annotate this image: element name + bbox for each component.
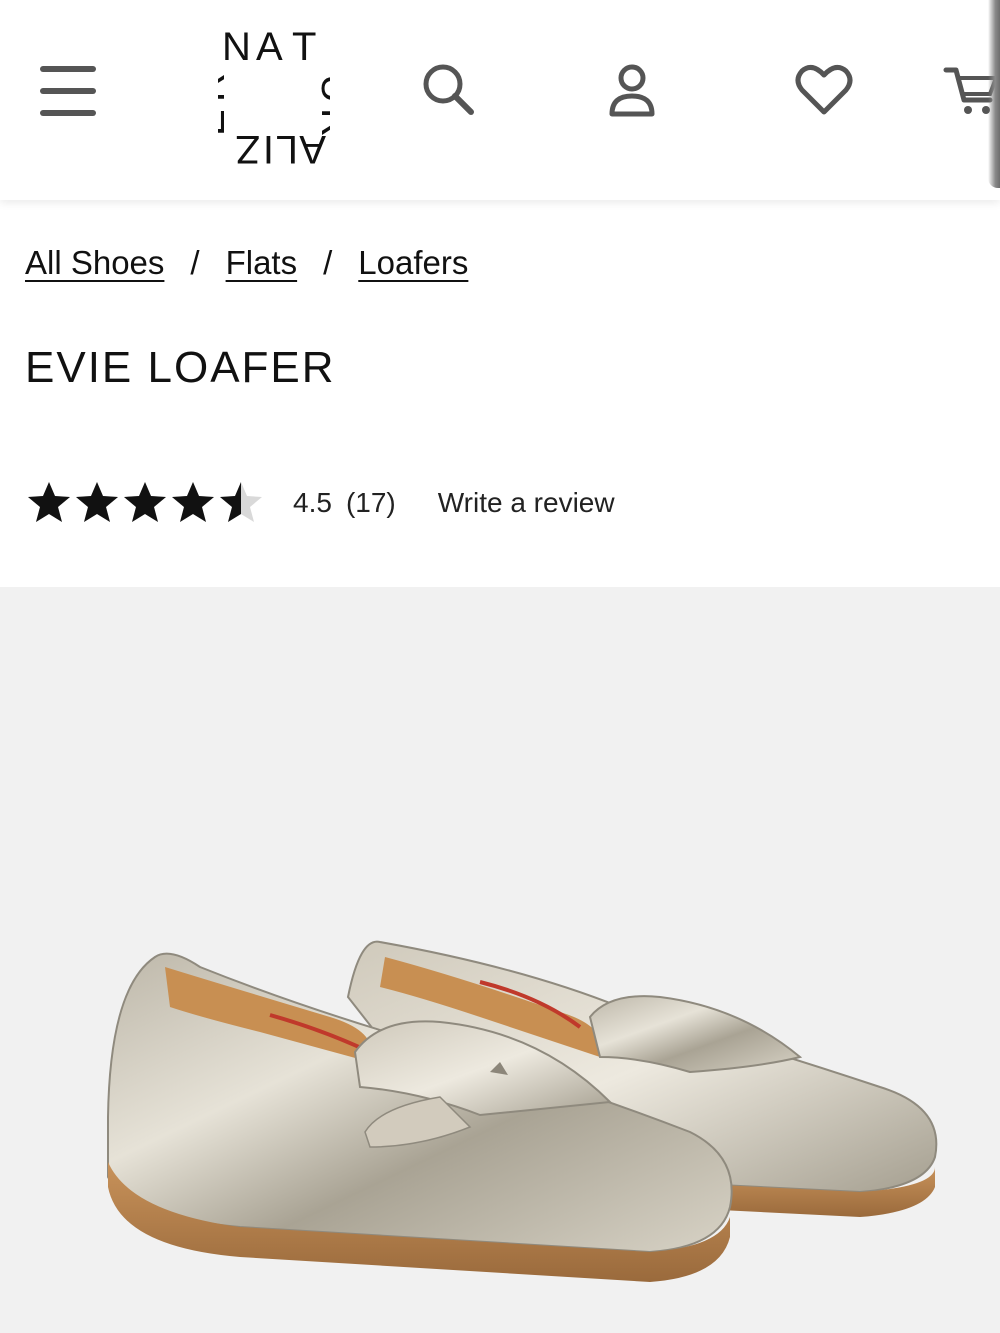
star-icon — [220, 482, 262, 522]
menu-icon[interactable] — [38, 66, 98, 120]
svg-text:T: T — [292, 25, 316, 69]
account-icon[interactable] — [600, 58, 664, 122]
breadcrumb-flats[interactable]: Flats — [226, 244, 298, 282]
scroll-edge — [988, 0, 1000, 188]
naturalizer-logo[interactable]: N A T U R A L I Z E R — [189, 22, 357, 172]
search-icon[interactable] — [417, 58, 481, 122]
breadcrumb-separator: / — [190, 244, 200, 281]
product-title: EVIE LOAFER — [25, 343, 336, 392]
svg-text:U: U — [313, 74, 330, 103]
rating-count[interactable]: (17) — [346, 487, 396, 519]
svg-text:L: L — [276, 127, 298, 171]
product-image-area — [0, 587, 1000, 1333]
svg-text:A: A — [299, 127, 326, 171]
write-review-link[interactable]: Write a review — [438, 487, 615, 519]
breadcrumb: All Shoes / Flats / Loafers — [25, 244, 468, 282]
star-rating — [25, 479, 265, 527]
logo-mark: N A T U R A L I Z E R — [189, 25, 357, 171]
rating-value: 4.5 — [293, 487, 332, 518]
breadcrumb-separator: / — [323, 244, 333, 281]
product-rating[interactable]: 4.5 (17) Write a review — [25, 478, 615, 528]
star-icon — [28, 482, 70, 522]
star-icon — [124, 482, 166, 522]
svg-text:R: R — [218, 73, 233, 102]
star-icon — [172, 482, 214, 522]
svg-text:Z: Z — [236, 127, 260, 171]
product-image[interactable] — [0, 587, 1000, 1333]
heart-icon[interactable] — [792, 58, 856, 122]
svg-text:E: E — [218, 109, 233, 136]
svg-text:N: N — [222, 25, 251, 69]
star-icon — [76, 482, 118, 522]
svg-text:A: A — [256, 25, 283, 69]
site-header: N A T U R A L I Z E R — [0, 0, 1000, 200]
breadcrumb-all-shoes[interactable]: All Shoes — [25, 244, 164, 282]
svg-text:I: I — [263, 127, 274, 171]
breadcrumb-loafers[interactable]: Loafers — [358, 244, 468, 282]
